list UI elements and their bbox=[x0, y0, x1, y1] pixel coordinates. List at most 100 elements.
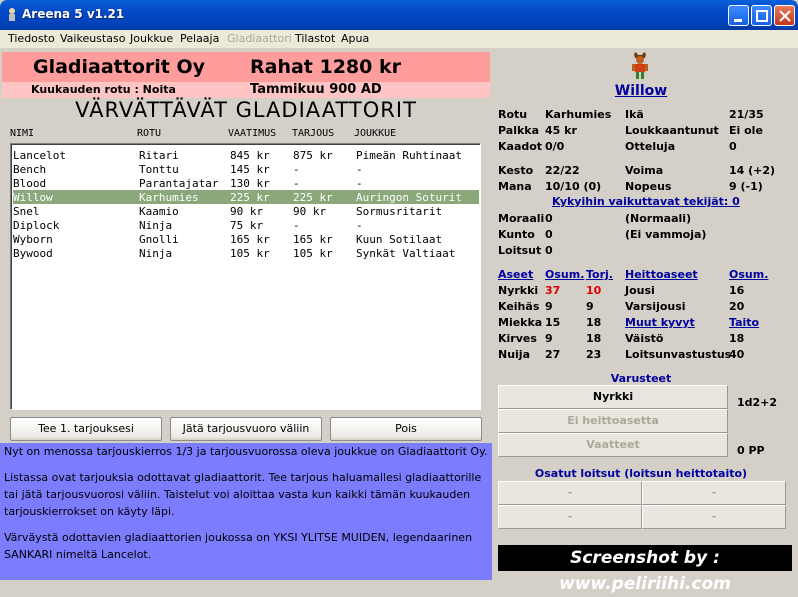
spell-slot[interactable]: - bbox=[498, 505, 642, 529]
weapon-block: 18 bbox=[586, 316, 602, 329]
skip-turn-button[interactable]: Jätä tarjousvuoro väliin bbox=[170, 417, 322, 441]
nopeus-value: 9 (-1) bbox=[729, 180, 763, 193]
gladiator-detail-panel: Willow Rotu Karhumies Ikä 21/35 Palkka 4… bbox=[494, 48, 798, 580]
moraali-label: Moraali bbox=[498, 212, 545, 225]
weapon-hit: 9 bbox=[545, 332, 553, 345]
kunto-label: Kunto bbox=[498, 228, 535, 241]
sub-header: Kuukauden rotu : Noita Tammikuu 900 AD bbox=[2, 82, 490, 98]
col-vaatimus[interactable]: VAATIMUS bbox=[228, 128, 276, 139]
kaadot-label: Kaadot bbox=[498, 140, 543, 153]
weapon-name: Kirves bbox=[498, 332, 537, 345]
weapon-name: Nuija bbox=[498, 348, 531, 361]
spells-title: Osatut loitsut (loitsun heittotaito) bbox=[534, 467, 748, 480]
factors-link[interactable]: Kykyihin vaikuttavat tekijät: 0 bbox=[552, 195, 740, 208]
weapons-block-header[interactable]: Torj. bbox=[586, 268, 613, 281]
menu-vaikeustaso[interactable]: Vaikeustaso bbox=[60, 32, 125, 45]
gladiator-portrait-icon bbox=[632, 52, 648, 79]
weapon-hit: 27 bbox=[545, 348, 561, 361]
col-nimi[interactable]: NIMI bbox=[10, 128, 34, 139]
menu-tiedosto[interactable]: Tiedosto bbox=[8, 32, 55, 45]
loukkaantunut-label: Loukkaantunut bbox=[625, 124, 719, 137]
menu-joukkue[interactable]: Joukkue bbox=[130, 32, 173, 45]
menu-tilastot[interactable]: Tilastot bbox=[295, 32, 335, 45]
window-title: Areena 5 v1.21 bbox=[22, 7, 125, 21]
throwing-name: Jousi bbox=[625, 284, 655, 297]
app-icon bbox=[9, 8, 15, 21]
ika-value: 21/35 bbox=[729, 108, 764, 121]
message-instructions: Listassa ovat tarjouksia odottavat gladi… bbox=[4, 471, 482, 518]
game-date: Tammikuu 900 AD bbox=[250, 82, 382, 97]
nopeus-label: Nopeus bbox=[625, 180, 672, 193]
maximize-button[interactable] bbox=[751, 5, 772, 26]
col-tarjous[interactable]: TARJOUS bbox=[292, 128, 334, 139]
skill-name: Loitsunvastustus bbox=[625, 348, 732, 361]
minimize-icon bbox=[734, 19, 742, 22]
col-rotu[interactable]: ROTU bbox=[137, 128, 161, 139]
title-bar: Areena 5 v1.21 bbox=[0, 0, 798, 30]
menu-apua[interactable]: Apua bbox=[341, 32, 369, 45]
page-title: VÄRVÄTTÄVÄT GLADIAATTORIT bbox=[75, 98, 417, 122]
otteluja-label: Otteluja bbox=[625, 140, 676, 153]
weapons-hit-header[interactable]: Osum. bbox=[545, 268, 584, 281]
exit-button[interactable]: Pois bbox=[330, 417, 482, 441]
throwing-hit-header[interactable]: Osum. bbox=[729, 268, 768, 281]
moraali-value: 0 bbox=[545, 212, 553, 225]
spell-slot[interactable]: - bbox=[642, 505, 786, 529]
throwing-hit: 20 bbox=[729, 300, 745, 313]
throwing-hit: 16 bbox=[729, 284, 745, 297]
col-joukkue[interactable]: JOUKKUE bbox=[354, 128, 396, 139]
team-header: Gladiaattorit Oy Rahat 1280 kr bbox=[2, 52, 490, 82]
menu-bar: Tiedosto Vaikeustaso Joukkue Pelaaja Gla… bbox=[0, 30, 798, 48]
close-icon bbox=[779, 10, 791, 22]
list-item[interactable]: Diplock Ninja 75 kr - - bbox=[13, 218, 479, 232]
month-race: Kuukauden rotu : Noita bbox=[31, 83, 176, 96]
mana-value: 10/10 (0) bbox=[545, 180, 602, 193]
watermark: Screenshot by : www.peliriihi.com bbox=[498, 545, 792, 594]
weapons-header[interactable]: Aseet bbox=[498, 268, 533, 281]
palkka-label: Palkka bbox=[498, 124, 540, 137]
rotu-label: Rotu bbox=[498, 108, 528, 121]
weapon-hit: 9 bbox=[545, 300, 553, 313]
list-item[interactable]: Snel Kaamio 90 kr 90 kr Sormusritarit bbox=[13, 204, 479, 218]
weapon-hit: 15 bbox=[545, 316, 561, 329]
otteluja-value: 0 bbox=[729, 140, 737, 153]
menu-pelaaja[interactable]: Pelaaja bbox=[180, 32, 219, 45]
list-item-selected[interactable]: Willow Karhumies 225 kr 225 kr Auringon Sotu… bbox=[13, 190, 479, 204]
list-item[interactable]: Blood Parantajatar 130 kr - - bbox=[13, 176, 479, 190]
gladiator-list[interactable]: Lancelot Ritari 845 kr 875 kr Pimeän Ruhtina… bbox=[10, 143, 481, 410]
other-skills-header[interactable]: Muut kyvyt bbox=[625, 316, 695, 329]
equipment-weapon-slot[interactable]: Nyrkki bbox=[498, 385, 728, 409]
skill-header[interactable]: Taito bbox=[729, 316, 759, 329]
kunto-note: (Ei vammoja) bbox=[625, 228, 707, 241]
throwing-header[interactable]: Heittoaseet bbox=[625, 268, 698, 281]
minimize-button[interactable] bbox=[728, 5, 749, 26]
make-offer-button[interactable]: Tee 1. tarjouksesi bbox=[10, 417, 162, 441]
weapon-name: Nyrkki bbox=[498, 284, 539, 297]
skill-value: 40 bbox=[729, 348, 745, 361]
recruit-panel: Gladiaattorit Oy Rahat 1280 kr Kuukauden… bbox=[0, 48, 492, 580]
list-item[interactable]: Bywood Ninja 105 kr 105 kr Synkät Valtiaat bbox=[13, 246, 479, 260]
spell-slot[interactable]: - bbox=[642, 481, 786, 505]
message-box: Nyt on menossa tarjouskierros 1/3 ja tar… bbox=[0, 443, 492, 580]
throwing-name: Varsijousi bbox=[625, 300, 686, 313]
weapon-hit: 37 bbox=[545, 284, 561, 297]
skill-name: Väistö bbox=[625, 332, 664, 345]
kesto-label: Kesto bbox=[498, 164, 534, 177]
kaadot-value: 0/0 bbox=[545, 140, 565, 153]
kunto-value: 0 bbox=[545, 228, 553, 241]
skill-value: 18 bbox=[729, 332, 745, 345]
kesto-value: 22/22 bbox=[545, 164, 580, 177]
weapon-block: 9 bbox=[586, 300, 594, 313]
loitsut-value: 0 bbox=[545, 244, 553, 257]
equipment-throwing-slot[interactable]: Ei heittoasetta bbox=[498, 409, 728, 433]
message-hero: Värväystä odottavien gladiaattorien jouk… bbox=[4, 531, 473, 561]
list-item[interactable]: Lancelot Ritari 845 kr 875 kr Pimeän Ruhtina… bbox=[13, 148, 479, 162]
spell-slot[interactable]: - bbox=[498, 481, 642, 505]
menu-gladiaattori[interactable]: Gladiaattori bbox=[227, 32, 292, 45]
close-button[interactable] bbox=[774, 5, 795, 26]
equipment-armor-slot[interactable]: Vaatteet bbox=[498, 433, 728, 457]
list-item[interactable]: Wyborn Gnolli 165 kr 165 kr Kuun Sotilaat bbox=[13, 232, 479, 246]
list-item[interactable]: Bench Tonttu 145 kr - - bbox=[13, 162, 479, 176]
palkka-value: 45 kr bbox=[545, 124, 577, 137]
loitsut-label: Loitsut bbox=[498, 244, 542, 257]
